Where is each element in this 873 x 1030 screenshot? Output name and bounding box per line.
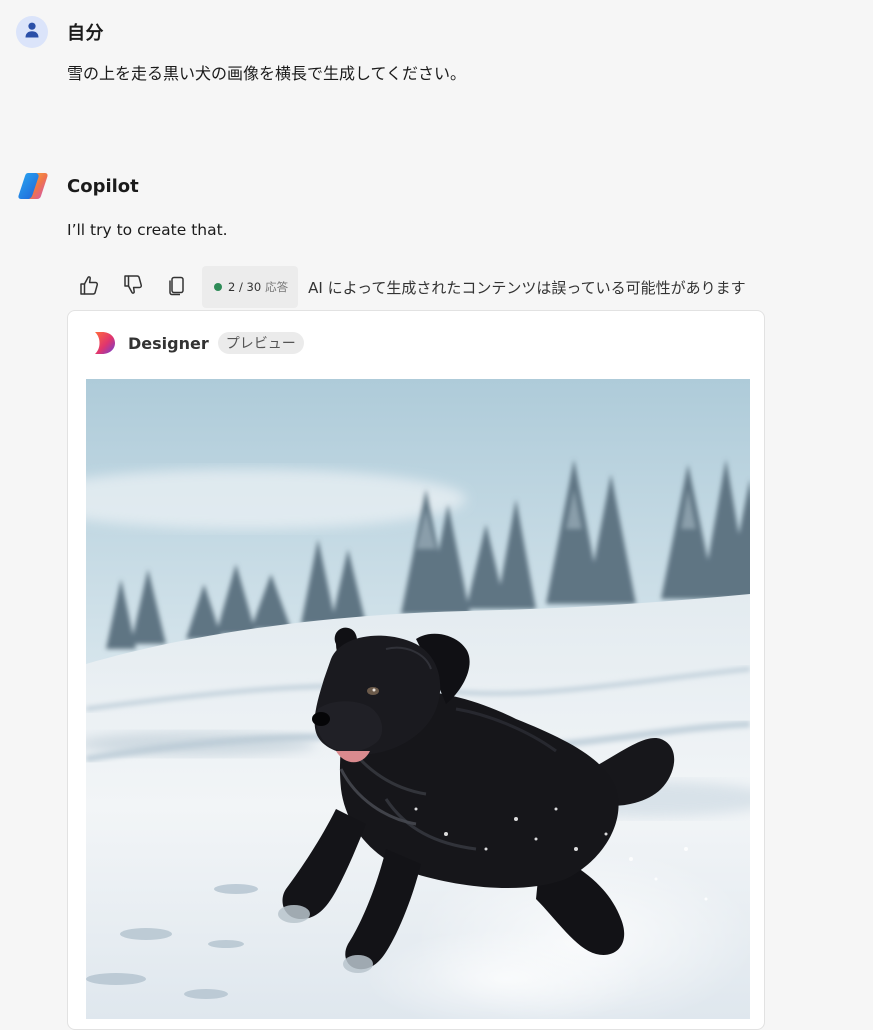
- thumbs-down-icon: [122, 274, 144, 300]
- response-counter: 2 / 30 応答: [202, 266, 299, 308]
- counter-suffix: 応答: [265, 280, 289, 294]
- dislike-button[interactable]: [118, 272, 148, 302]
- designer-logo-icon: [90, 329, 118, 357]
- counter-value: 2 / 30: [228, 280, 262, 294]
- copilot-sender-row: Copilot: [16, 170, 856, 202]
- copilot-message-text: I’ll try to create that.: [67, 221, 228, 239]
- copy-icon: [166, 274, 188, 300]
- user-avatar: [16, 16, 48, 48]
- user-message: 自分 雪の上を走る黒い犬の画像を横長で生成してください。: [16, 16, 856, 86]
- designer-card: Designer プレビュー: [67, 310, 765, 1030]
- like-button[interactable]: [74, 272, 104, 302]
- designer-header: Designer プレビュー: [90, 329, 304, 357]
- user-message-text: 雪の上を走る黒い犬の画像を横長で生成してください。: [67, 64, 467, 83]
- preview-badge: プレビュー: [217, 332, 304, 354]
- user-name: 自分: [67, 23, 104, 44]
- response-toolbar: 2 / 30 応答 AI によって生成されたコンテンツは誤っている可能性がありま…: [68, 266, 746, 308]
- thumbs-up-icon: [78, 274, 100, 300]
- status-dot: [214, 283, 222, 291]
- copilot-name: Copilot: [67, 175, 139, 197]
- copy-button[interactable]: [162, 272, 192, 302]
- copilot-message: Copilot I’ll try to create that.: [16, 170, 856, 241]
- user-sender-row: 自分: [16, 16, 856, 48]
- ai-disclaimer: AI によって生成されたコンテンツは誤っている可能性があります: [308, 278, 746, 297]
- generated-image[interactable]: [86, 379, 750, 1019]
- person-icon: [24, 21, 40, 43]
- designer-name: Designer: [128, 333, 209, 353]
- copilot-logo-icon: [16, 170, 50, 202]
